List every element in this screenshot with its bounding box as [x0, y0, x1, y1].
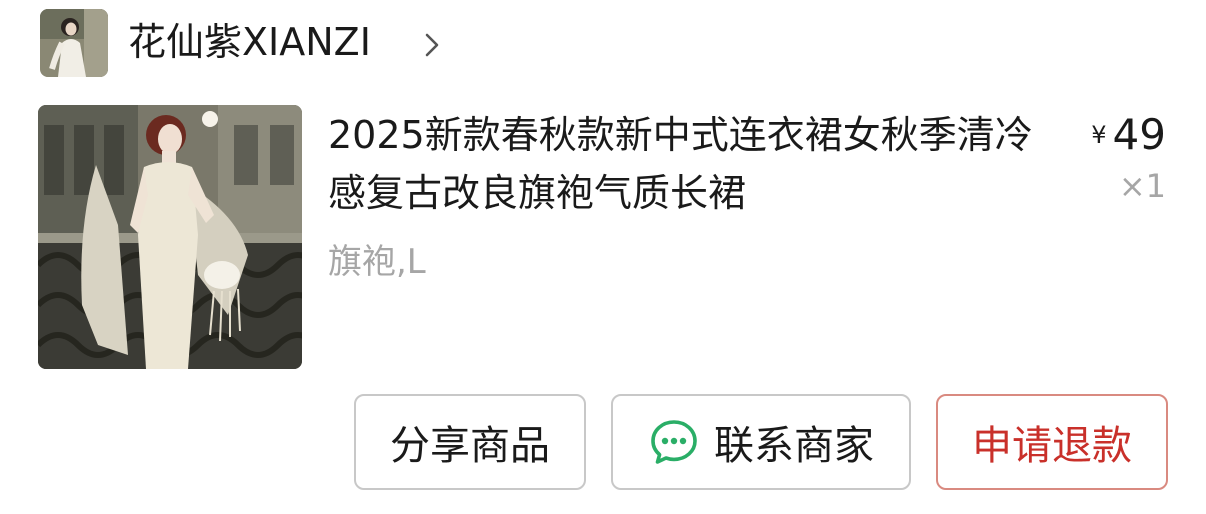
contact-seller-button[interactable]: 联系商家 — [611, 394, 911, 490]
product-price: ¥49 — [1091, 110, 1166, 160]
request-refund-button[interactable]: 申请退款 — [936, 394, 1168, 490]
shop-avatar[interactable] — [40, 9, 108, 77]
product-spec: 旗袍,L — [328, 242, 426, 282]
share-product-button[interactable]: 分享商品 — [354, 394, 586, 490]
request-refund-label: 申请退款 — [972, 423, 1132, 469]
price-currency-symbol: ¥ — [1091, 121, 1107, 149]
shop-header[interactable]: 花仙紫XIANZI — [0, 0, 1206, 86]
shop-avatar-image — [40, 9, 108, 77]
product-title[interactable]: 2025新款春秋款新中式连衣裙女秋季清冷感复古改良旗袍气质长裙 — [328, 106, 1038, 222]
chat-bubble-icon — [651, 420, 697, 464]
share-product-label: 分享商品 — [390, 423, 550, 469]
product-photo — [38, 105, 302, 369]
price-value: 49 — [1112, 110, 1166, 159]
product-quantity: ×1 — [1118, 167, 1166, 205]
product-image[interactable] — [38, 105, 302, 369]
chevron-right-icon[interactable] — [420, 30, 444, 60]
product-row[interactable]: 2025新款春秋款新中式连衣裙女秋季清冷感复古改良旗袍气质长裙 旗袍,L ¥49… — [0, 100, 1206, 378]
shop-name[interactable]: 花仙紫XIANZI — [128, 14, 371, 70]
contact-seller-label: 联系商家 — [714, 423, 874, 469]
order-item-card: 花仙紫XIANZI 2025新款春秋款新中式连衣裙女秋季清冷感复古改良旗袍气质长… — [0, 0, 1206, 514]
